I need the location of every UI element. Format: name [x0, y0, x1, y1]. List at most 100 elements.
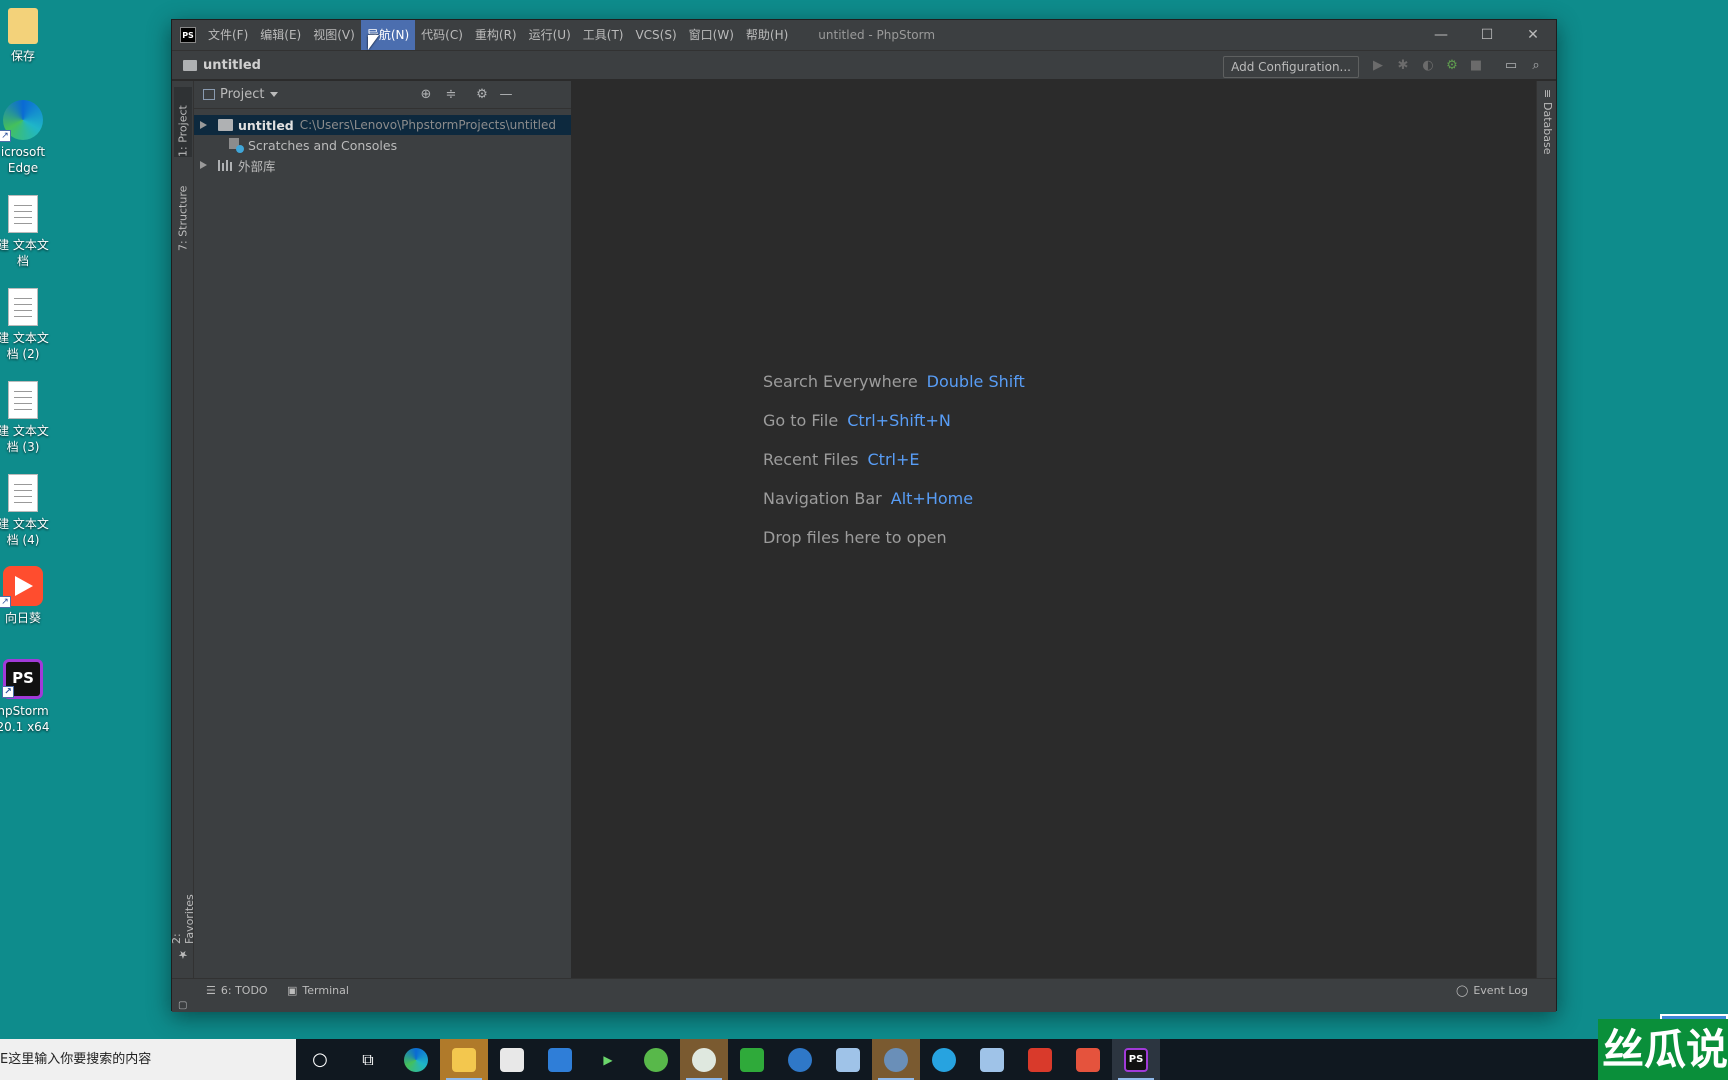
tab-structure-label: 7: Structure — [176, 185, 190, 251]
tab-todo[interactable]: ☰ 6: TODO — [206, 984, 268, 997]
search-icon[interactable]: ⌕ — [1528, 58, 1544, 74]
tree-item-path: C:\Users\Lenovo\PhpstormProjects\untitle… — [299, 118, 556, 132]
hint-text: Recent Files — [763, 450, 859, 469]
toggle-tool-windows-icon[interactable]: ▢ — [178, 1000, 187, 1011]
taskbar-wechat[interactable] — [680, 1039, 728, 1080]
project-structure-icon[interactable]: ▭ — [1503, 58, 1519, 74]
desktop-icon-label: 建 文本文档 — [0, 238, 49, 268]
tree-item-untitled[interactable]: untitled C:\Users\Lenovo\PhpstormProject… — [194, 115, 571, 135]
notepad-icon — [836, 1047, 860, 1072]
tab-project[interactable]: 1: Project — [174, 87, 192, 157]
library-icon — [218, 159, 233, 171]
profile-icon[interactable]: ⚙ — [1444, 58, 1460, 74]
maximize-button[interactable]: ☐ — [1464, 20, 1510, 50]
menu-help[interactable]: 帮助(H) — [740, 20, 794, 50]
menu-view[interactable]: 视图(V) — [307, 20, 361, 50]
stop-icon[interactable]: ■ — [1468, 58, 1484, 74]
list-icon: ☰ — [206, 984, 216, 997]
gear-icon[interactable]: ⚙ — [474, 87, 490, 103]
recorder-icon — [1076, 1047, 1100, 1072]
cortana-button[interactable]: ○ — [296, 1039, 344, 1080]
taskbar-file-explorer[interactable] — [440, 1039, 488, 1080]
desktop-icon-label: npStorm 20.1 x64 — [0, 704, 50, 734]
taskbar-store[interactable] — [488, 1039, 536, 1080]
menu-edit[interactable]: 编辑(E) — [254, 20, 307, 50]
hint-navigation-bar: Navigation Bar Alt+Home — [763, 479, 1025, 518]
menu-run[interactable]: 运行(U) — [523, 20, 577, 50]
taskbar-app[interactable] — [872, 1039, 920, 1080]
desktop-icon-phpstorm[interactable]: PS ↗ npStorm 20.1 x64 — [0, 659, 54, 735]
taskbar-wps[interactable] — [1016, 1039, 1064, 1080]
store-icon — [500, 1047, 524, 1072]
hide-panel-icon[interactable]: — — [498, 87, 514, 103]
taskbar-sogou[interactable] — [776, 1039, 824, 1080]
desktop-icon-sunflower[interactable]: ↗ 向日葵 — [0, 566, 54, 626]
taskbar-phpstorm[interactable]: PS — [1112, 1039, 1160, 1080]
app-icon — [884, 1047, 908, 1072]
add-configuration-button[interactable]: Add Configuration... — [1223, 56, 1359, 78]
hint-text: Go to File — [763, 411, 839, 430]
chevron-down-icon[interactable] — [270, 92, 279, 97]
tree-item-external-libraries[interactable]: 外部库 — [194, 155, 571, 175]
star-icon: ★ — [176, 948, 190, 961]
empty-editor-hints: Search Everywhere Double Shift Go to Fil… — [763, 362, 1025, 557]
taskbar-notepad-2[interactable] — [968, 1039, 1016, 1080]
minimize-button[interactable]: — — [1418, 20, 1464, 50]
locate-icon[interactable]: ⊕ — [418, 87, 434, 103]
panel-title[interactable]: Project — [220, 87, 264, 102]
breadcrumb-project[interactable]: untitled — [203, 58, 261, 73]
text-document-icon — [8, 381, 38, 419]
camtasia-icon — [740, 1047, 764, 1072]
scratches-icon — [229, 138, 244, 153]
taskbar-edge[interactable] — [392, 1039, 440, 1080]
taskbar-search-input[interactable]: E这里输入你要搜索的内容 — [0, 1039, 296, 1080]
menu-refactor[interactable]: 重构(R) — [469, 20, 523, 50]
tree-item-label: 外部库 — [238, 158, 276, 174]
run-icon[interactable]: ▶ — [1370, 58, 1386, 74]
browser-icon — [644, 1047, 668, 1072]
desktop-icon-edge[interactable]: ↗ icrosoft Edge — [0, 100, 54, 176]
tab-todo-label: 6: TODO — [220, 984, 268, 997]
desktop-icon-textdoc-4[interactable]: 建 文本文档 (4) — [0, 474, 54, 548]
close-button[interactable]: ✕ — [1510, 20, 1556, 50]
tab-terminal[interactable]: ▣ Terminal — [287, 984, 349, 997]
desktop-icon-textdoc[interactable]: 建 文本文档 — [0, 195, 54, 269]
menu-window[interactable]: 窗口(W) — [683, 20, 740, 50]
menu-tools[interactable]: 工具(T) — [577, 20, 630, 50]
desktop-icon-folder[interactable]: 保存 — [0, 8, 54, 64]
menu-vcs[interactable]: VCS(S) — [629, 20, 682, 50]
taskbar-camtasia[interactable] — [728, 1039, 776, 1080]
tree-item-scratches[interactable]: Scratches and Consoles — [194, 135, 571, 155]
collapse-all-icon[interactable]: ≑ — [443, 87, 459, 103]
taskbar-ie[interactable] — [920, 1039, 968, 1080]
tab-structure[interactable]: 7: Structure — [174, 171, 192, 251]
taskbar-notepad[interactable] — [824, 1039, 872, 1080]
project-view-icon — [203, 89, 215, 100]
editor-area[interactable]: Search Everywhere Double Shift Go to Fil… — [573, 81, 1536, 978]
tab-favorites[interactable]: ★ 2: Favorites — [170, 881, 196, 961]
taskbar-media[interactable]: ▶ — [584, 1039, 632, 1080]
tab-database[interactable]: ≡ Database — [1541, 89, 1554, 155]
expand-arrow-icon[interactable] — [200, 161, 207, 169]
project-panel-header: Project ⊕ ≑ ⚙ — — [194, 81, 571, 109]
tree-item-label: Scratches and Consoles — [248, 137, 398, 153]
status-bar: ▢ — [172, 1000, 1556, 1012]
text-document-icon — [8, 474, 38, 512]
expand-arrow-icon[interactable] — [200, 121, 207, 129]
taskbar-mail[interactable] — [536, 1039, 584, 1080]
terminal-icon: ▣ — [287, 984, 298, 997]
taskbar-browser[interactable] — [632, 1039, 680, 1080]
menu-file[interactable]: 文件(F) — [202, 20, 254, 50]
desktop-icon-textdoc-3[interactable]: 建 文本文档 (3) — [0, 381, 54, 455]
menu-code[interactable]: 代码(C) — [415, 20, 469, 50]
edge-icon: ↗ — [0, 100, 43, 142]
taskbar-recorder[interactable] — [1064, 1039, 1112, 1080]
debug-icon[interactable]: ✱ — [1395, 58, 1411, 74]
desktop-icon-textdoc-2[interactable]: 建 文本文档 (2) — [0, 288, 54, 362]
tab-event-log[interactable]: ◯ Event Log — [1456, 984, 1528, 997]
hint-text: Drop files here to open — [763, 528, 947, 547]
watermark-logo: 丝瓜说 — [1598, 1019, 1728, 1080]
desktop-icon-label: 保存 — [10, 49, 35, 63]
coverage-icon[interactable]: ◐ — [1420, 58, 1436, 74]
task-view-button[interactable]: ⧉ — [344, 1039, 392, 1080]
